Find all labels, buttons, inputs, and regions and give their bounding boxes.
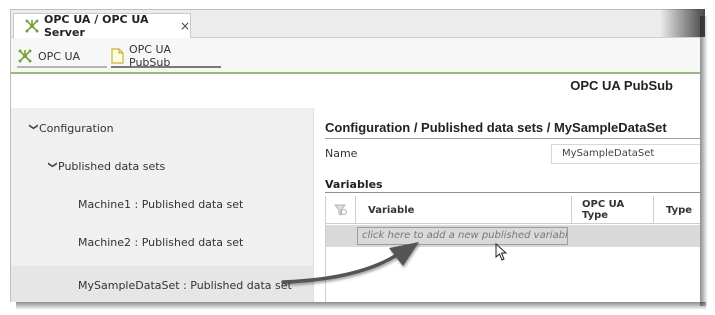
opc-ua-network-icon bbox=[24, 19, 40, 33]
tree-item-label: Machine1 : Published data set bbox=[78, 198, 244, 211]
close-icon[interactable]: × bbox=[180, 19, 190, 33]
name-label: Name bbox=[325, 147, 358, 160]
tab-opc-ua-label: OPC UA bbox=[38, 49, 81, 63]
chevron-down-icon[interactable]: ❯ bbox=[28, 123, 38, 135]
window-tab[interactable]: OPC UA / OPC UA Server × bbox=[13, 13, 191, 39]
tree-item-machine1[interactable]: Machine1 : Published data set bbox=[78, 198, 243, 211]
window-shadow bbox=[700, 16, 708, 306]
tab-opc-ua[interactable]: OPC UA bbox=[17, 46, 107, 68]
detail-panel: Configuration / Published data sets / My… bbox=[313, 108, 700, 302]
tree-item-label: Configuration bbox=[39, 122, 114, 135]
tree-item-mysampledataset[interactable]: MySampleDataSet : Published data set bbox=[11, 266, 313, 302]
tree-item-configuration[interactable]: ❯ Configuration bbox=[27, 122, 114, 135]
chevron-down-icon[interactable]: ❯ bbox=[47, 161, 57, 173]
window-shadow bbox=[16, 302, 706, 310]
tab-opc-ua-pubsub-label: OPC UA PubSub bbox=[129, 43, 172, 69]
column-header-type[interactable]: Type bbox=[653, 196, 700, 224]
opc-ua-network-icon bbox=[17, 49, 33, 63]
sub-tab-bar: OPC UA OPC UA PubSub bbox=[11, 38, 700, 74]
app-window: OPC UA / OPC UA Server × OPC UA OPC UA P… bbox=[10, 9, 700, 302]
page-header: OPC UA PubSub bbox=[11, 76, 700, 108]
tree-item-label: Machine2 : Published data set bbox=[78, 236, 244, 249]
tree-item-label: MySampleDataSet : Published data set bbox=[78, 278, 292, 292]
document-icon bbox=[111, 48, 124, 64]
mouse-pointer-icon bbox=[495, 242, 508, 265]
tree-item-label: Published data sets bbox=[58, 160, 166, 173]
window-tab-title: OPC UA / OPC UA Server bbox=[44, 13, 149, 39]
tree-item-published-data-sets[interactable]: ❯ Published data sets bbox=[46, 160, 165, 173]
add-variable-row: click here to add a new published variab… bbox=[326, 225, 700, 247]
column-header-opc-ua-type[interactable]: OPC UA Type bbox=[571, 196, 653, 224]
navigation-tree: ❯ Configuration ❯ Published data sets Ma… bbox=[11, 108, 313, 302]
variables-section-label: Variables bbox=[325, 178, 700, 193]
tab-opc-ua-pubsub[interactable]: OPC UA PubSub bbox=[111, 43, 221, 69]
page-title: OPC UA PubSub bbox=[570, 78, 673, 93]
column-options-icon[interactable] bbox=[326, 196, 355, 224]
add-variable-input[interactable]: click here to add a new published variab… bbox=[357, 227, 568, 245]
name-field[interactable]: MySampleDataSet bbox=[551, 144, 700, 164]
variables-table: Variable OPC UA Type Type click here to … bbox=[325, 196, 700, 302]
tree-item-machine2[interactable]: Machine2 : Published data set bbox=[78, 236, 243, 249]
window-tab-bar: OPC UA / OPC UA Server × bbox=[11, 10, 700, 39]
table-header: Variable OPC UA Type Type bbox=[326, 196, 700, 224]
window-shadow bbox=[660, 9, 705, 37]
breadcrumb: Configuration / Published data sets / My… bbox=[325, 120, 700, 139]
column-header-variable[interactable]: Variable bbox=[355, 196, 571, 224]
